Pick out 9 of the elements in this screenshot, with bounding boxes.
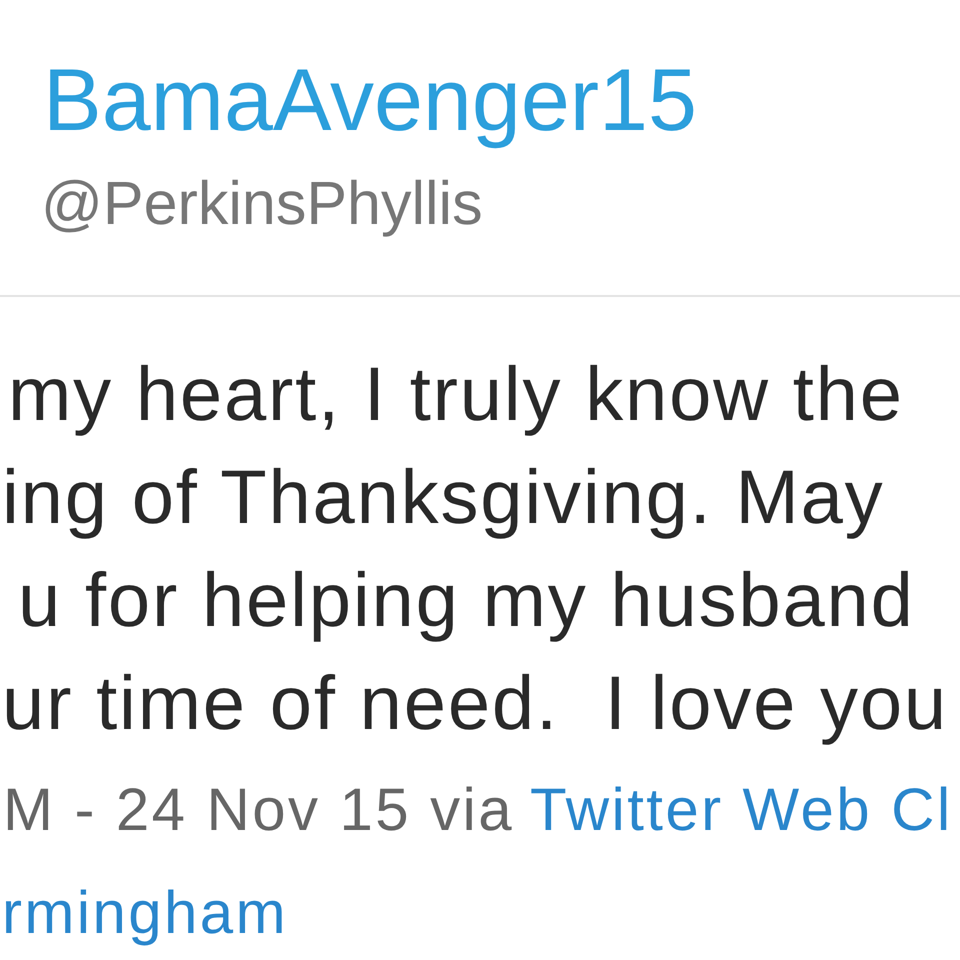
location-link[interactable]: rmingham bbox=[2, 873, 288, 953]
tweet-text-line: ing of Thanksgiving. May bbox=[2, 454, 884, 542]
display-name[interactable]: BamaAvenger15 bbox=[43, 50, 697, 150]
source-link[interactable]: Twitter Web Cl bbox=[530, 770, 953, 850]
tweet-text-line: ur time of need. I love you bbox=[2, 660, 948, 748]
user-handle: @PerkinsPhyllis bbox=[41, 168, 483, 239]
tweet-timestamp: M - 24 Nov 15 via bbox=[3, 775, 514, 845]
tweet-text-line: my heart, I truly know the bbox=[8, 351, 904, 439]
tweet-text-line: u for helping my husband bbox=[18, 557, 915, 645]
